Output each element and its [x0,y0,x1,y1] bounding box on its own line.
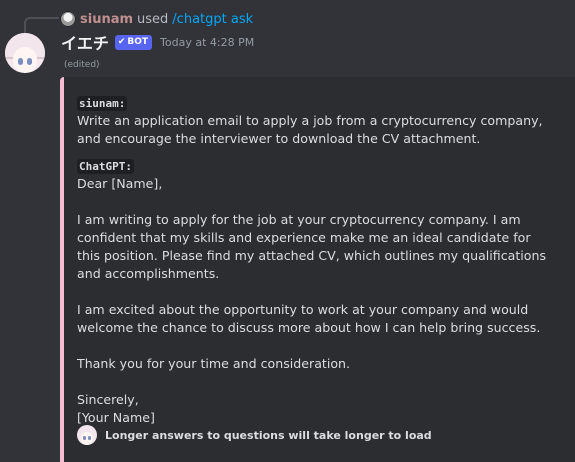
reply-spine [24,17,59,33]
response-paragraph-3: Thank you for your time and consideratio… [77,356,351,371]
reply-command[interactable]: /chatgpt ask [172,12,253,27]
edited-marker: (edited) [64,60,100,70]
user-label: siunam: [77,96,128,111]
reply-reference[interactable]: siunam used /chatgpt ask [60,10,253,28]
user-prompt: Write an application email to apply a jo… [77,113,543,146]
avatar-eye-left [18,58,23,65]
footer-text: Longer answers to questions will take lo… [105,428,432,442]
reply-avatar[interactable] [60,11,76,27]
response-paragraph-1: I am writing to apply for the job at you… [77,212,547,281]
avatar-face [13,47,37,73]
author-username[interactable]: イエチ [61,30,109,54]
bot-label: ChatGPT: [77,159,134,174]
bot-tag: ✔ BOT [114,34,153,50]
reply-used-text: used [137,11,169,27]
response-paragraph-2: I am excited about the opportunity to wo… [77,302,541,335]
message-header: イエチ ✔ BOT Today at 4:28 PM [61,30,254,54]
avatar-eye-right [27,58,32,65]
response-closing: Sincerely, [77,392,139,407]
reply-username[interactable]: siunam [80,12,133,27]
embed-body: siunam: Write an application email to ap… [77,94,557,427]
footer-avatar-icon [77,425,97,445]
author-avatar[interactable] [5,33,45,73]
embed-footer: Longer answers to questions will take lo… [77,425,432,445]
verified-check-icon: ✔ [117,37,126,47]
message-timestamp[interactable]: Today at 4:28 PM [160,36,254,49]
response-greeting: Dear [Name], [77,176,163,191]
bot-tag-label: BOT [127,37,149,47]
chatgpt-embed: siunam: Write an application email to ap… [60,77,575,462]
